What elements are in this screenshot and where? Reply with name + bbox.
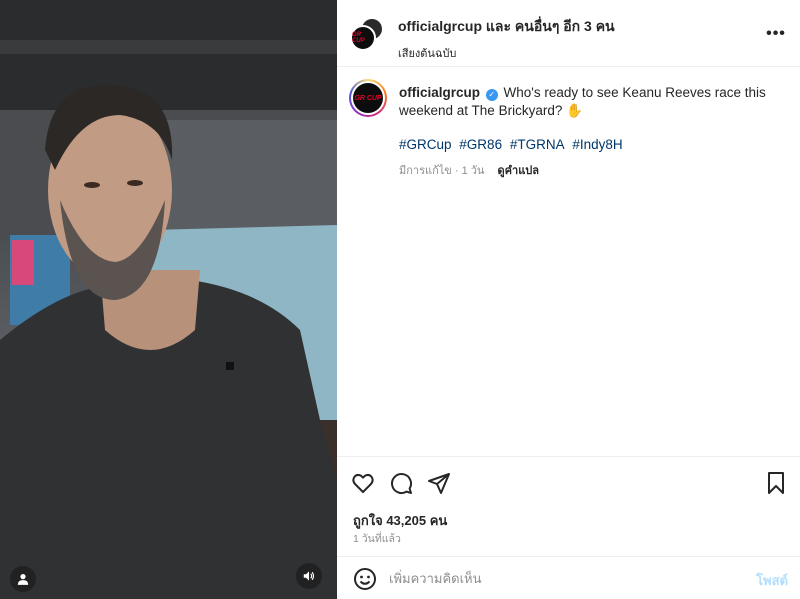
post-time[interactable]: 1 วันที่แล้ว [353, 530, 401, 547]
person-tag-icon [17, 574, 29, 585]
hashtag-list: #GRCup #GR86 #TGRNA #Indy8H [399, 136, 789, 154]
grcup-logo: GR CUP [354, 94, 382, 102]
header-title: officialgrcup และ คนอื่นๆ อีก 3 คน [398, 16, 615, 38]
comment-bubble-icon [391, 473, 413, 495]
caption-body: officialgrcup ✓ Who's ready to see Keanu… [399, 84, 789, 180]
collab-avatars[interactable]: GR CUP [350, 17, 384, 51]
grcup-logo: GR CUP [352, 32, 365, 44]
share-button[interactable] [427, 471, 451, 495]
header-text: officialgrcup และ คนอื่นๆ อีก 3 คน เสียง… [398, 16, 615, 62]
like-button[interactable] [351, 471, 375, 495]
emoji-button[interactable] [353, 567, 377, 591]
tagged-people-button[interactable] [10, 566, 36, 592]
verified-badge-icon: ✓ [485, 89, 498, 101]
more-options-button[interactable]: ••• [766, 24, 786, 44]
see-translation-link[interactable]: ดูคำแปล [498, 165, 540, 177]
speaker-icon [303, 571, 315, 581]
original-audio-link[interactable]: เสียงต้นฉบับ [398, 44, 615, 62]
hashtag-link[interactable]: #GRCup [399, 137, 452, 152]
comment-input[interactable] [389, 567, 729, 589]
header-others-link[interactable]: และ คนอื่นๆ อีก 3 คน [486, 18, 615, 34]
header-username[interactable]: officialgrcup [398, 18, 482, 34]
more-icon: ••• [766, 25, 786, 42]
post-media-video[interactable] [0, 0, 337, 599]
caption-avatar[interactable]: GR CUP [349, 79, 387, 117]
edited-time: มีการแก้ไข · 1 วัน [399, 165, 485, 177]
caption-meta: มีการแก้ไข · 1 วัน ดูคำแปล [399, 162, 789, 180]
post-actions: ถูกใจ 43,205 คน 1 วันที่แล้ว [337, 456, 800, 556]
post-header: GR CUP officialgrcup และ คนอื่นๆ อีก 3 ค… [337, 0, 800, 67]
smiley-face-icon [354, 568, 376, 590]
comment-bar: โพสต์ [337, 556, 800, 599]
bookmark-icon [768, 472, 784, 494]
hashtag-link[interactable]: #GR86 [459, 137, 502, 152]
audio-toggle-button[interactable] [296, 563, 322, 589]
paper-plane-icon [428, 473, 450, 494]
avatar[interactable]: GR CUP [350, 25, 376, 51]
save-button[interactable] [764, 471, 788, 495]
heart-icon [352, 473, 374, 493]
video-frame-image [0, 0, 337, 599]
hashtag-link[interactable]: #Indy8H [572, 137, 622, 152]
post-side-panel: GR CUP officialgrcup และ คนอื่นๆ อีก 3 ค… [337, 0, 800, 599]
hashtag-link[interactable]: #TGRNA [510, 137, 565, 152]
caption-username[interactable]: officialgrcup [399, 85, 480, 100]
like-count[interactable]: ถูกใจ 43,205 คน [353, 510, 447, 531]
comment-button[interactable] [389, 471, 413, 495]
action-buttons [351, 471, 451, 495]
post-comment-button[interactable]: โพสต์ [756, 570, 788, 591]
